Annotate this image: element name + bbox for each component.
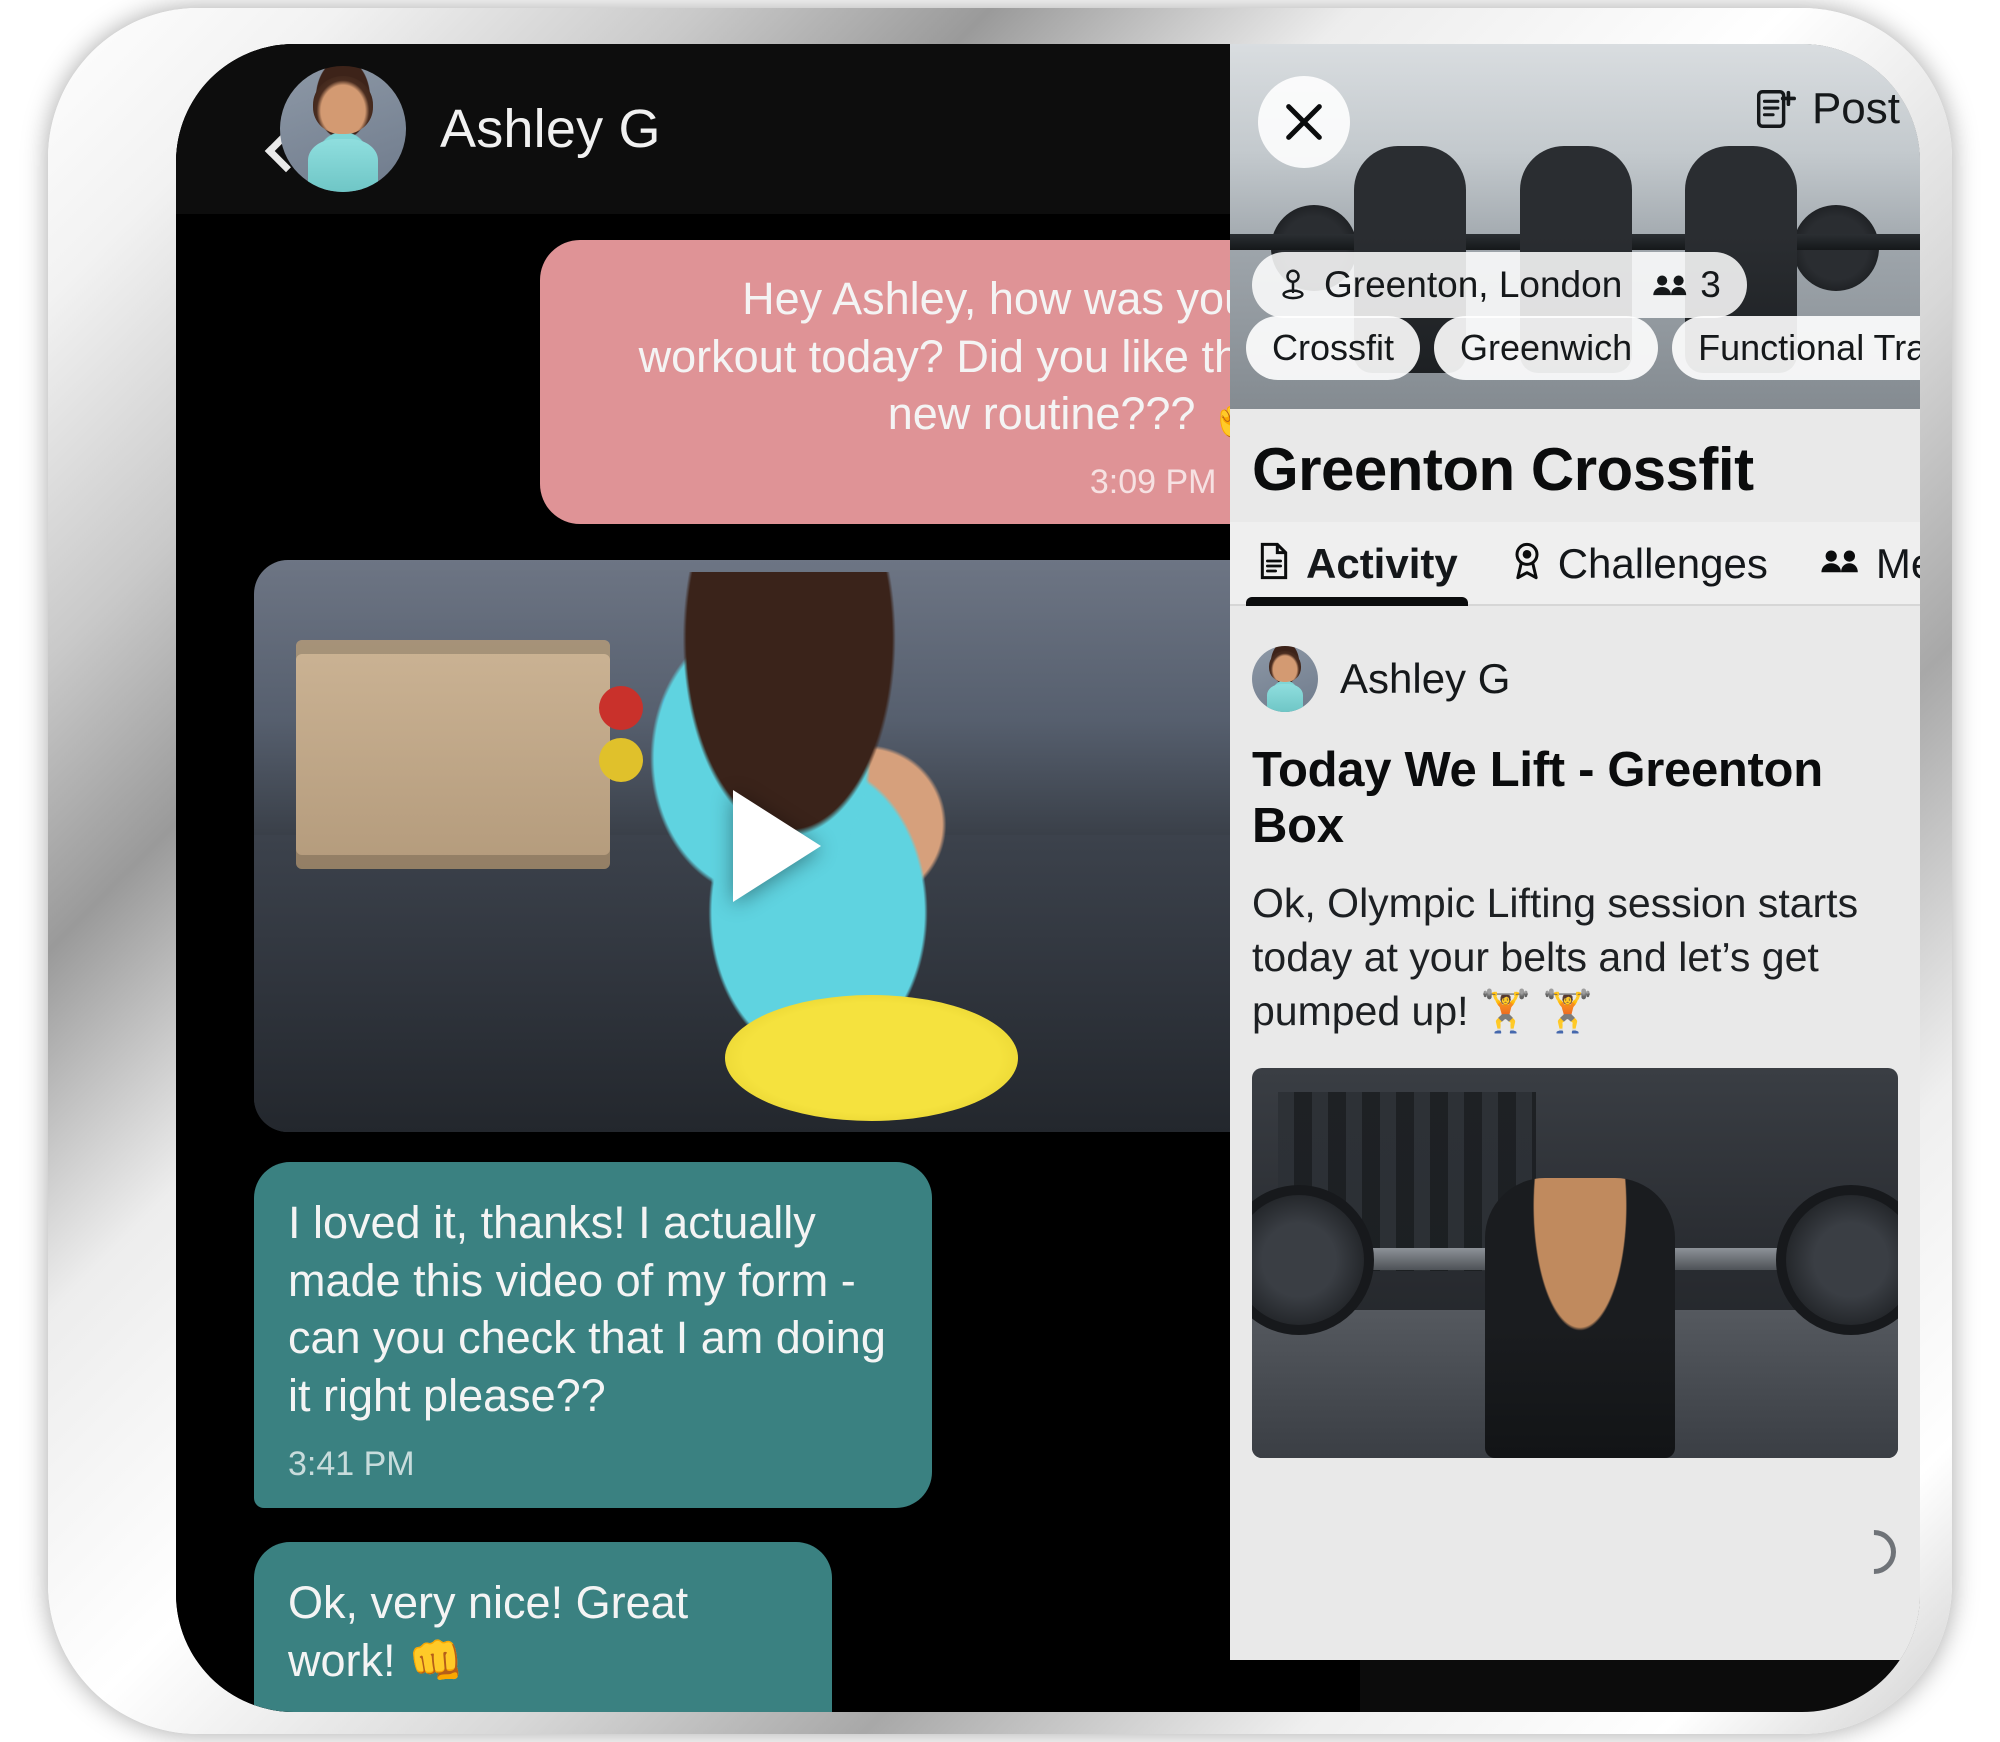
group-tab-bar: Activity Challenges M xyxy=(1230,522,1920,606)
close-icon xyxy=(1286,104,1322,140)
people-icon xyxy=(1820,545,1862,583)
chat-header: Ashley G xyxy=(176,44,1360,214)
device-frame: Ashley G Hey Ashley, how was your workou… xyxy=(48,8,1952,1734)
members-count-value: 3 xyxy=(1700,264,1721,305)
group-tag[interactable]: Functional Training xyxy=(1672,316,1920,380)
members-icon xyxy=(1653,275,1687,296)
group-location-pill[interactable]: Greenton, London 3 xyxy=(1252,252,1747,318)
avatar[interactable] xyxy=(1252,646,1318,712)
message-text: I loved it, thanks! I actually made this… xyxy=(288,1197,886,1422)
activity-feed: Ashley G Today We Lift - Greenton Box Ok… xyxy=(1230,606,1920,1459)
message-meta: 3:42 PM xyxy=(288,1707,798,1712)
tab-activity-label: Activity xyxy=(1306,540,1458,587)
group-members-count: 3 xyxy=(1652,264,1721,306)
feed-post[interactable]: Ashley G Today We Lift - Greenton Box Ok… xyxy=(1252,646,1898,1459)
message-meta: 3:09 PM ✓ xyxy=(576,461,1264,505)
tab-members[interactable]: Members xyxy=(1816,530,1920,604)
message-text: Hey Ashley, how was your workout today? … xyxy=(638,273,1264,440)
group-title: Greenton Crossfit xyxy=(1252,436,1754,503)
tab-challenges[interactable]: Challenges xyxy=(1506,530,1772,604)
tab-challenges-label: Challenges xyxy=(1557,540,1768,587)
message-video-attachment[interactable] xyxy=(254,560,1300,1133)
avatar[interactable] xyxy=(280,66,406,192)
video-weight-plate xyxy=(724,995,1018,1121)
message-meta: 3:41 PM xyxy=(288,1443,898,1487)
message-bubble-outgoing[interactable]: Hey Ashley, how was your workout today? … xyxy=(540,240,1300,525)
message-timestamp: 3:09 PM xyxy=(1089,462,1217,501)
group-location-text: Greenton, London xyxy=(1324,264,1623,305)
group-tag-list: Crossfit Greenwich Functional Training xyxy=(1246,316,1920,380)
message-list[interactable]: Hey Ashley, how was your workout today? … xyxy=(176,214,1360,1712)
page-title: Ashley G xyxy=(440,99,661,159)
tab-activity[interactable]: Activity xyxy=(1246,530,1468,606)
post-image[interactable] xyxy=(1252,1068,1898,1459)
create-post-label: Post xyxy=(1811,84,1900,133)
device-screen: Ashley G Hey Ashley, how was your workou… xyxy=(176,44,1920,1712)
message-bubble-incoming[interactable]: I loved it, thanks! I actually made this… xyxy=(254,1162,932,1509)
new-post-icon xyxy=(1756,90,1796,128)
post-author[interactable]: Ashley G xyxy=(1252,646,1898,712)
post-image-lifter xyxy=(1484,1177,1675,1459)
message-text: Ok, very nice! Great work! 👊 xyxy=(288,1577,689,1686)
message-timestamp: 3:41 PM xyxy=(288,1444,415,1483)
post-title: Today We Lift - Greenton Box xyxy=(1252,743,1823,853)
group-cover-image: Post Greenton, London 3 Crossfit Greenwi… xyxy=(1230,44,1920,409)
message-bubble-incoming[interactable]: Ok, very nice! Great work! 👊 3:42 PM xyxy=(254,1542,832,1712)
group-tag[interactable]: Crossfit xyxy=(1246,316,1421,380)
map-pin-icon xyxy=(1282,269,1304,300)
feed-bottom-fade xyxy=(1230,1492,1920,1660)
message-timestamp: 3:42 PM xyxy=(288,1707,415,1712)
play-icon[interactable] xyxy=(733,790,821,903)
post-body: Ok, Olympic Lifting session starts today… xyxy=(1252,880,1859,1035)
group-tag[interactable]: Greenwich xyxy=(1434,316,1659,380)
group-detail-panel: Post Greenton, London 3 Crossfit Greenwi… xyxy=(1230,44,1920,1660)
chat-pane: Ashley G Hey Ashley, how was your workou… xyxy=(176,44,1360,1712)
award-icon xyxy=(1510,541,1544,588)
tab-members-label: Members xyxy=(1875,540,1920,587)
close-button[interactable] xyxy=(1258,76,1350,168)
create-post-button[interactable]: Post xyxy=(1752,84,1900,134)
document-icon xyxy=(1256,541,1292,588)
post-author-name: Ashley G xyxy=(1340,655,1511,702)
